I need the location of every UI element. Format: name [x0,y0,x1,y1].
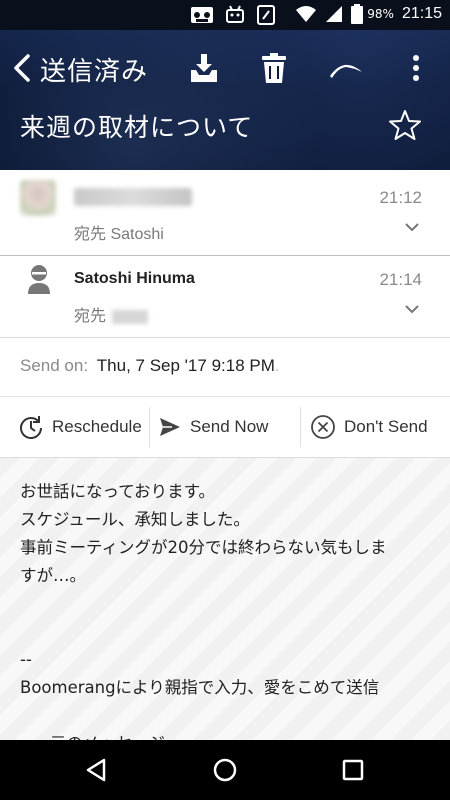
notification-icons [190,4,276,26]
chevron-down-icon[interactable] [404,304,420,314]
recipient-line: 宛先 [74,302,149,326]
battery-icon [351,4,364,24]
more-icon[interactable] [398,50,434,86]
folder-title[interactable]: 送信済み [40,51,148,88]
archive-icon[interactable] [186,50,222,86]
send-on-label: Send on: [20,356,89,375]
send-on-value: Thu, 7 Sep '17 9:18 PM [96,356,275,375]
nav-recents-icon[interactable] [338,755,368,785]
signal-icon [326,6,343,22]
send-now-label: Send Now [190,417,269,436]
back-icon[interactable] [10,48,34,88]
email-body-text: お世話になっております。 スケジュール、承知しました。 事前ミーティングが20分… [20,482,387,740]
scheduled-actions-bar: Reschedule Send Now Don't Send [0,396,450,458]
clock: 21:15 [401,5,442,22]
send-icon [160,418,180,436]
email-body[interactable]: お世話になっております。 スケジュール、承知しました。 事前ミーティングが20分… [0,458,450,740]
message-time: 21:12 [379,188,422,207]
system-icons: 98% 21:15 [295,4,442,24]
battery-level: 98% [367,7,394,21]
recipient-line: 宛先 Satoshi [74,226,164,243]
recipient-label: 宛先 [74,308,107,325]
message-item[interactable]: 宛先 Satoshi 21:12 [0,170,450,256]
divider [300,407,301,447]
boomerang-icon[interactable] [328,50,364,86]
star-icon[interactable] [388,108,422,142]
sender-name-redacted [74,188,192,206]
trash-icon[interactable] [256,50,292,86]
nfc-icon [257,5,275,25]
cassette-icon [191,7,213,23]
send-on-suffix: . [274,356,280,375]
android-robot-icon [226,5,244,23]
dont-send-button[interactable]: Don't Send [310,407,428,447]
email-subject: 来週の取材について [20,113,254,142]
nav-back-icon[interactable] [82,755,112,785]
reschedule-button[interactable]: Reschedule [18,407,142,447]
nav-home-icon[interactable] [210,755,240,785]
reschedule-label: Reschedule [52,417,142,436]
navigation-bar [0,740,450,800]
dont-send-label: Don't Send [344,417,428,436]
scheduled-send-info: Send on: Thu, 7 Sep '17 9:18 PM. [20,356,280,376]
person-icon [28,265,50,294]
chevron-down-icon[interactable] [404,222,420,232]
status-bar: 98% 21:15 [0,0,450,30]
message-item[interactable]: Satoshi Hinuma 宛先 21:14 [0,256,450,338]
send-now-button[interactable]: Send Now [158,407,268,447]
divider [149,407,150,447]
recipient-redacted [112,309,149,324]
wifi-icon [296,6,317,22]
cancel-icon [311,415,335,439]
message-time: 21:14 [379,270,422,289]
message-header: 送信済み 来週の取材について [0,30,450,170]
avatar [20,180,56,216]
toolbar: 送信済み [0,30,450,108]
sender-name: Satoshi Hinuma [74,270,195,287]
reschedule-clock-icon [20,416,42,439]
